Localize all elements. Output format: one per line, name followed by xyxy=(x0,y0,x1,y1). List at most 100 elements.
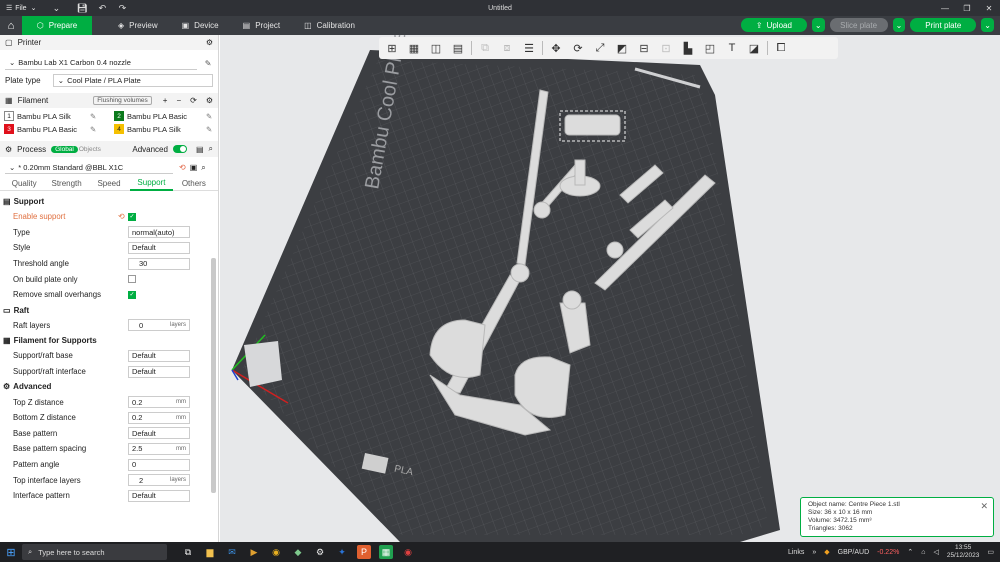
text-icon[interactable]: T xyxy=(723,39,741,57)
color-paint-icon[interactable]: ◪ xyxy=(745,39,763,57)
flushing-volumes-button[interactable]: Flushing volumes xyxy=(93,96,152,105)
threshold-angle-input[interactable]: 30 xyxy=(128,257,190,270)
arrange-icon[interactable]: ▤ xyxy=(449,39,467,57)
sheets-icon[interactable]: ▦ xyxy=(379,545,393,559)
app-icon[interactable]: ✦ xyxy=(335,545,349,559)
lay-on-face-icon[interactable]: ◩ xyxy=(613,39,631,57)
raft-layers-input[interactable]: 0 layers xyxy=(128,319,190,332)
filament-item[interactable]: 2 Bambu PLA Basic ✎ xyxy=(114,111,218,121)
tab-support[interactable]: Support xyxy=(130,176,173,191)
tab-others[interactable]: Others xyxy=(173,179,215,188)
rotate-icon[interactable]: ⟳ xyxy=(569,39,587,57)
taskbar-search[interactable]: ⌕ Type here to search xyxy=(22,544,167,560)
interface-pattern-select[interactable]: Default xyxy=(128,489,190,502)
edit-icon[interactable]: ✎ xyxy=(90,112,96,121)
move-icon[interactable]: ✥ xyxy=(547,39,565,57)
on-build-plate-checkbox[interactable] xyxy=(128,275,136,284)
links-label[interactable]: Links xyxy=(788,549,804,556)
plate-type-select[interactable]: ⌄ Cool Plate / PLA Plate xyxy=(52,73,213,87)
media-icon[interactable]: ▶ xyxy=(247,545,261,559)
global-toggle[interactable]: Global xyxy=(51,145,78,153)
pattern-angle-input[interactable]: 0 xyxy=(128,458,190,471)
mail-icon[interactable]: ✉ xyxy=(225,545,239,559)
volume-icon[interactable]: ◁ xyxy=(933,548,938,556)
clock[interactable]: 13:55 25/12/2023 xyxy=(947,544,980,560)
process-preset-select[interactable]: ⌄ * 0.20mm Standard @BBL X1C xyxy=(5,161,173,174)
search-icon[interactable]: ⌕ xyxy=(209,144,213,154)
support-interface-select[interactable]: Default xyxy=(128,365,190,378)
top-z-input[interactable]: 0.2 mm xyxy=(128,396,190,409)
powerpoint-icon[interactable]: P xyxy=(357,545,371,559)
file-explorer-icon[interactable]: ▆ xyxy=(203,545,217,559)
edit-icon[interactable]: ✎ xyxy=(203,58,213,68)
filament-item[interactable]: 3 Bambu PLA Basic ✎ xyxy=(4,124,114,134)
tab-device[interactable]: ▣ Device xyxy=(170,16,231,35)
support-base-select[interactable]: Default xyxy=(128,349,190,362)
type-select[interactable]: normal(auto) xyxy=(128,226,190,239)
support-paint-icon[interactable]: ▙ xyxy=(679,39,697,57)
file-menu[interactable]: ☰ File ⌄ xyxy=(0,4,42,13)
save-icon[interactable]: 💾︎ xyxy=(74,0,90,16)
enable-support-checkbox[interactable]: ✓ xyxy=(128,212,136,221)
style-select[interactable]: Default xyxy=(128,241,190,254)
bambu-studio-icon[interactable]: ◆ xyxy=(291,545,305,559)
upload-button[interactable]: ⇪ Upload xyxy=(740,18,807,32)
save-icon[interactable]: ▣ xyxy=(190,163,198,172)
undo-icon[interactable]: ↶ xyxy=(94,0,110,16)
sync-icon[interactable]: ⟳ xyxy=(190,96,197,105)
3d-viewport[interactable]: Bambu Cool Plate PLA xyxy=(220,35,1000,542)
edit-icon[interactable]: ✎ xyxy=(90,125,96,134)
assembly-view-icon[interactable]: ⧠ xyxy=(772,39,790,57)
windows-start-icon[interactable]: ⊞ xyxy=(0,542,22,562)
tab-quality[interactable]: Quality xyxy=(3,179,45,188)
task-view-icon[interactable]: ⧉ xyxy=(181,545,195,559)
layers-icon[interactable]: ☰ xyxy=(520,39,538,57)
ticker-name[interactable]: GBP/AUD xyxy=(838,549,870,556)
boolean-icon[interactable]: ⊡ xyxy=(657,39,675,57)
remove-icon[interactable]: − xyxy=(176,96,181,105)
upload-dropdown[interactable]: ⌄ xyxy=(811,18,825,32)
chrome-alt-icon[interactable]: ◉ xyxy=(401,545,415,559)
reset-icon[interactable]: ⟲ xyxy=(179,163,186,172)
gear-icon[interactable]: ⚙ xyxy=(206,38,213,47)
edit-icon[interactable]: ✎ xyxy=(206,125,212,134)
minimize-icon[interactable]: — xyxy=(934,0,956,16)
add-object-icon[interactable]: ⊞ xyxy=(383,39,401,57)
printer-select[interactable]: ⌄ Bambu Lab X1 Carbon 0.4 nozzle xyxy=(5,56,198,70)
add-plate-icon[interactable]: ▦ xyxy=(405,39,423,57)
slice-plate-button[interactable]: Slice plate xyxy=(829,18,888,32)
compare-icon[interactable]: ▤ xyxy=(196,145,204,154)
auto-orient-icon[interactable]: ◫ xyxy=(427,39,445,57)
top-interface-input[interactable]: 2 layers xyxy=(128,474,190,487)
base-pattern-select[interactable]: Default xyxy=(128,427,190,440)
seam-paint-icon[interactable]: ◰ xyxy=(701,39,719,57)
network-icon[interactable]: ⌂ xyxy=(921,549,925,556)
cut-icon[interactable]: ⊟ xyxy=(635,39,653,57)
bottom-z-input[interactable]: 0.2 mm xyxy=(128,411,190,424)
home-icon[interactable]: ⌂ xyxy=(0,16,22,35)
tab-project[interactable]: ▤ Project xyxy=(231,16,292,35)
restore-icon[interactable]: ❐ xyxy=(956,0,978,16)
remove-small-checkbox[interactable]: ✓ xyxy=(128,290,136,299)
redo-icon[interactable]: ↷ xyxy=(114,0,130,16)
chevron-down-icon[interactable]: ⌄ xyxy=(48,0,64,16)
chrome-icon[interactable]: ◉ xyxy=(269,545,283,559)
notifications-icon[interactable]: ▭ xyxy=(987,548,994,556)
panel-scrollbar[interactable] xyxy=(211,258,216,493)
filament-item[interactable]: 1 Bambu PLA Silk ✎ xyxy=(4,111,114,121)
advanced-toggle[interactable] xyxy=(172,145,187,153)
tab-strength[interactable]: Strength xyxy=(45,179,87,188)
scale-icon[interactable]: ⤢ xyxy=(591,39,609,57)
split-parts-icon[interactable]: ⧈ xyxy=(498,39,516,57)
add-icon[interactable]: + xyxy=(163,96,168,105)
tab-speed[interactable]: Speed xyxy=(88,179,130,188)
tab-preview[interactable]: ◈ Preview xyxy=(106,16,170,35)
tab-prepare[interactable]: ⬡ Prepare xyxy=(22,16,92,35)
close-icon[interactable]: ✕ xyxy=(980,502,988,511)
settings-icon[interactable]: ⚙ xyxy=(313,545,327,559)
split-objects-icon[interactable]: ⧉ xyxy=(476,39,494,57)
search-icon[interactable]: ⌕ xyxy=(201,163,205,173)
reset-icon[interactable]: ⟲ xyxy=(118,212,125,221)
objects-toggle[interactable]: Objects xyxy=(79,146,101,153)
filament-item[interactable]: 4 Bambu PLA Silk ✎ xyxy=(114,124,218,134)
